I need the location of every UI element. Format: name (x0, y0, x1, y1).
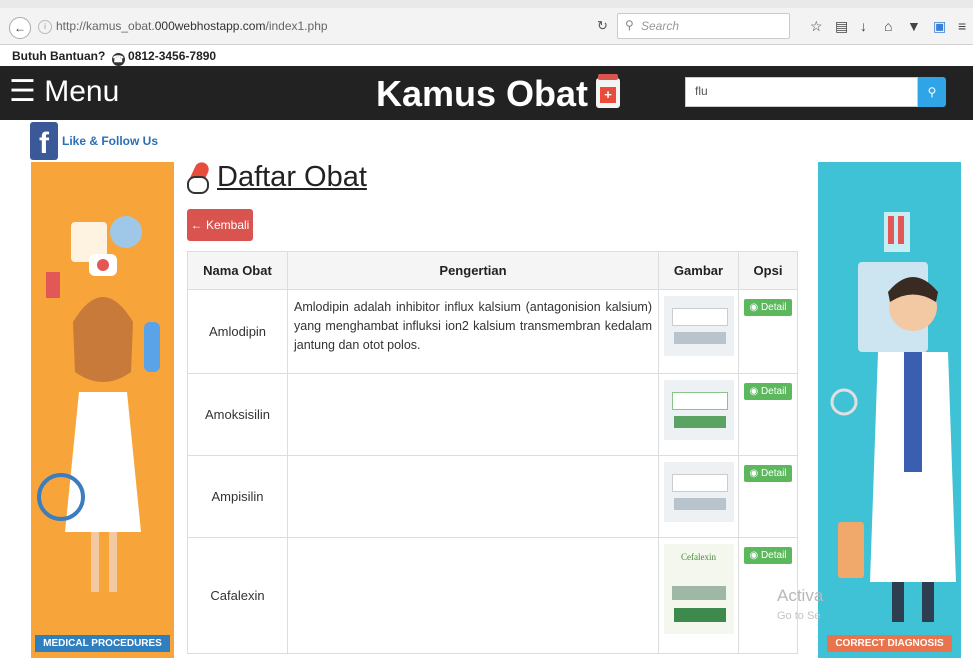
browser-search-input[interactable]: ⚲ Search (617, 13, 790, 39)
column-header-options: Opsi (738, 251, 798, 290)
back-button[interactable]: ← Kembali (187, 209, 253, 241)
browser-toolbar: ← i http://kamus_obat.000webhostapp.com/… (0, 8, 973, 45)
drug-image (658, 455, 739, 538)
help-phone: 0812-3456-7890 (128, 49, 217, 63)
search-button[interactable]: ⚲ (918, 77, 946, 107)
options-cell: ◉ Detail (738, 289, 798, 374)
table-row: Amlodipin Amlodipin adalah inhibitor inf… (187, 289, 798, 374)
drug-image-label: Cefalexin (681, 552, 716, 562)
url-host: 000webhostapp.com (154, 19, 266, 33)
back-arrow-icon[interactable]: ← (9, 17, 31, 39)
table-row: Amoksisilin ◉ Detail (187, 373, 798, 456)
bookmark-star-icon[interactable]: ☆ (810, 18, 823, 35)
reload-icon[interactable]: ↻ (597, 18, 608, 34)
drug-image (658, 289, 739, 374)
search-input[interactable]: flu (685, 77, 918, 107)
drug-description: Amlodipin adalah inhibitor influx kalsiu… (287, 289, 659, 374)
detail-button[interactable]: ◉ Detail (744, 547, 792, 564)
left-ad-banner[interactable]: MEDICAL PROCEDURES (31, 162, 174, 658)
options-cell: ◉ Detail (738, 455, 798, 538)
brand-title[interactable]: Kamus Obat + (376, 73, 621, 114)
drug-description (287, 537, 659, 654)
address-bar[interactable]: http://kamus_obat.000webhostapp.com/inde… (56, 19, 328, 33)
search-icon: ⚲ (625, 18, 634, 32)
reading-list-icon[interactable]: ▤ (835, 18, 848, 35)
table-row: Cafalexin Cefalexin ◉ Detail (187, 537, 798, 654)
detail-button[interactable]: ◉ Detail (744, 299, 792, 316)
extension-icon[interactable]: ▣ (933, 18, 946, 35)
search-icon: ⚲ (927, 85, 937, 99)
menu-toggle-button[interactable]: ☰ Menu (9, 75, 119, 109)
pill-icon (187, 160, 211, 194)
drug-thumbnail (663, 296, 734, 356)
detail-button[interactable]: ◉ Detail (744, 465, 792, 482)
right-banner-caption: CORRECT DIAGNOSIS (818, 634, 961, 652)
medicine-box-icon: + (596, 74, 621, 108)
table-header-row: Nama Obat Pengertian Gambar Opsi (187, 251, 798, 290)
drug-name: Cafalexin (187, 537, 288, 654)
brand-icon-glyph: + (600, 87, 617, 103)
hamburger-menu-icon[interactable]: ≡ (958, 18, 966, 34)
activate-watermark-sub: Go to Se (777, 610, 821, 622)
brand-text: Kamus Obat (376, 73, 589, 114)
page-title-text: Daftar Obat (217, 161, 367, 193)
facebook-icon[interactable]: f (30, 122, 58, 160)
drug-thumbnail: Cefalexin (663, 544, 734, 634)
options-cell: ◉ Detail (738, 373, 798, 456)
detail-button[interactable]: ◉ Detail (744, 383, 792, 400)
activate-watermark: Activa (777, 586, 824, 605)
pocket-icon[interactable]: ▼ (907, 18, 921, 34)
url-path: /index1.php (265, 19, 328, 33)
drug-thumbnail (663, 380, 734, 440)
column-header-image: Gambar (658, 251, 739, 290)
table-row: Ampisilin ◉ Detail (187, 455, 798, 538)
drug-name: Amlodipin (187, 289, 288, 374)
browser-search-placeholder: Search (641, 19, 680, 33)
page-title: Daftar Obat (187, 157, 367, 197)
drug-thumbnail (663, 462, 734, 522)
right-ad-banner[interactable]: CORRECT DIAGNOSIS (818, 162, 961, 658)
help-label: Butuh Bantuan? (12, 49, 106, 63)
column-header-name: Nama Obat (187, 251, 288, 290)
help-contact: Butuh Bantuan? ☎ 0812-3456-7890 (12, 49, 216, 66)
left-banner-caption: MEDICAL PROCEDURES (31, 634, 174, 652)
download-icon[interactable]: ↓ (860, 18, 867, 34)
nurse-illustration (37, 216, 160, 592)
drug-table: Nama Obat Pengertian Gambar Opsi Amlodip… (187, 251, 798, 654)
phone-icon: ☎ (111, 53, 125, 66)
follow-us-link[interactable]: Like & Follow Us (62, 134, 158, 148)
column-header-description: Pengertian (287, 251, 659, 290)
home-icon[interactable]: ⌂ (884, 18, 892, 34)
doctor-illustration (830, 212, 956, 622)
url-prefix: http://kamus_obat. (56, 19, 155, 33)
info-icon[interactable]: i (38, 20, 52, 34)
drug-name: Amoksisilin (187, 373, 288, 456)
drug-description (287, 373, 659, 456)
tab-strip (0, 0, 973, 8)
drug-name: Ampisilin (187, 455, 288, 538)
drug-image (658, 373, 739, 456)
drug-description (287, 455, 659, 538)
navbar: ☰ Menu Kamus Obat + flu ⚲ (0, 66, 973, 120)
drug-image: Cefalexin (658, 537, 739, 654)
